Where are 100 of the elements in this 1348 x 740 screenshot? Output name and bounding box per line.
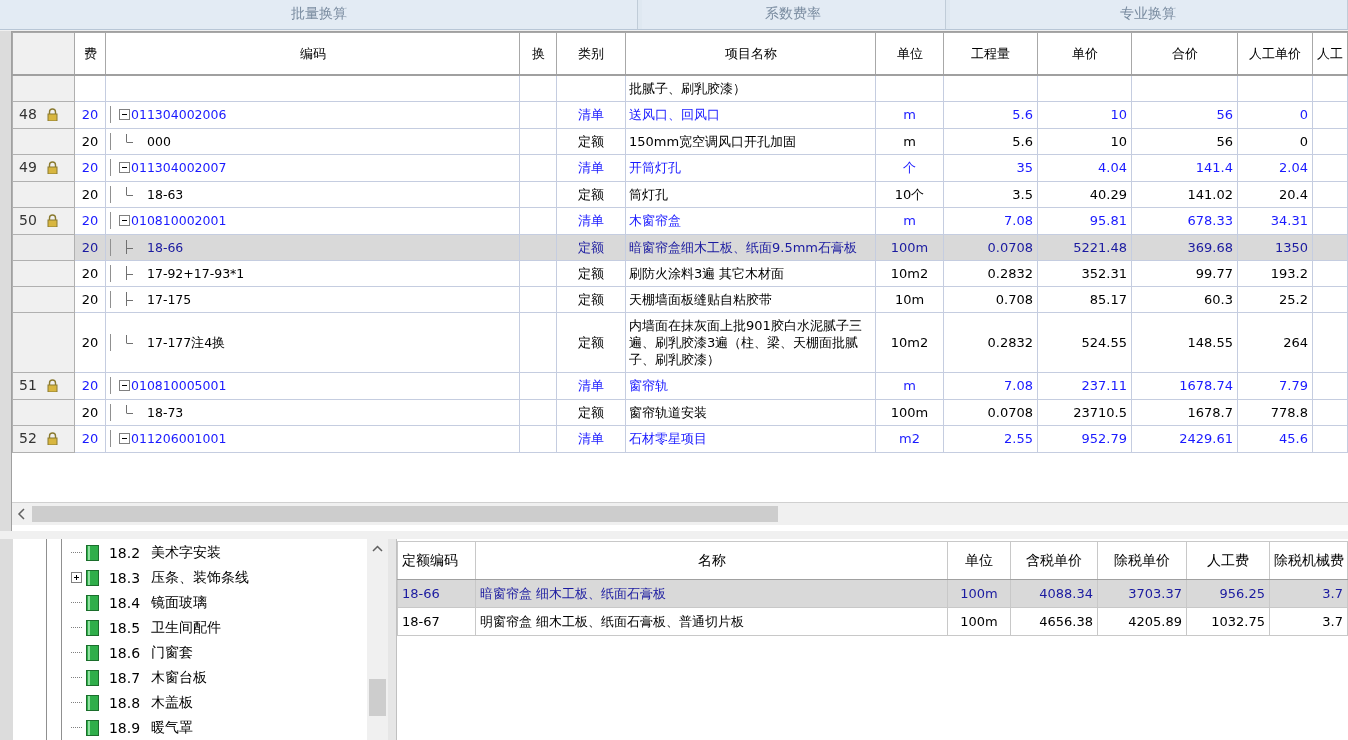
chapter-number: 18.2 — [108, 544, 142, 561]
table-cell: m — [875, 128, 944, 154]
book-icon — [85, 594, 99, 611]
column-header[interactable]: 费 — [74, 32, 106, 75]
table-cell: 141.02 — [1131, 181, 1238, 207]
code-text: 17-177注4换 — [147, 333, 226, 351]
table-cell: 193.2 — [1237, 260, 1313, 286]
table-cell: 956.25 — [1186, 579, 1270, 608]
collapse-icon[interactable] — [119, 215, 130, 226]
table-row[interactable]: 51 20 010810005001 清单 窗帘轨 m 7.08 237.11 1678.74 7.79 — [12, 372, 1348, 399]
table-row[interactable]: 50 20 010810002001 清单 木窗帘盒 m 7.08 95.81 678.33 34.31 — [12, 207, 1348, 234]
book-icon — [85, 644, 99, 661]
column-header[interactable]: 项目名称 — [625, 32, 876, 75]
table-cell: 678.33 — [1131, 207, 1238, 234]
table-row[interactable]: 20 17-177注4换 定额 内墙面在抹灰面上批901胶白水泥腻子三遍、刷乳胶漆3遍（柱、梁、天棚面批腻子、刷乳胶漆） 10m2 0.2832 524.55 148.55 264 — [12, 312, 1348, 372]
column-header[interactable]: 名称 — [475, 541, 948, 580]
table-cell: 1678.7 — [1131, 399, 1238, 425]
column-header[interactable]: 含税单价 — [1010, 541, 1098, 580]
collapse-icon[interactable] — [119, 162, 130, 173]
table-row[interactable]: 20 18-63 定额 筒灯孔 10个 3.5 40.29 141.02 20.4 — [12, 181, 1348, 207]
tree-item[interactable]: 18.6 门窗套 — [12, 640, 367, 665]
column-header[interactable]: 合价 — [1131, 32, 1238, 75]
table-cell: 5.6 — [943, 101, 1038, 128]
tree-item[interactable]: 18.8 木盖板 — [12, 690, 367, 715]
code-text: 011206001001 — [131, 430, 227, 447]
collapse-icon[interactable] — [119, 433, 130, 444]
table-cell: 内墙面在抹灰面上批901胶白水泥腻子三遍、刷乳胶漆3遍（柱、梁、天棚面批腻子、刷乳胶漆） — [625, 312, 876, 372]
column-header[interactable]: 除税机械费 — [1269, 541, 1348, 580]
table-cell: 0.708 — [943, 286, 1038, 312]
column-header[interactable]: 定额编码 — [397, 541, 476, 580]
table-cell: 2429.61 — [1131, 425, 1238, 452]
scrollbar-thumb[interactable] — [369, 679, 386, 716]
book-icon — [85, 619, 99, 636]
column-header[interactable]: 编码 — [105, 32, 520, 75]
column-header[interactable]: 单价 — [1037, 32, 1132, 75]
column-header[interactable]: 人工费 — [1186, 541, 1270, 580]
column-header[interactable]: 工程量 — [943, 32, 1038, 75]
chapter-number: 18.5 — [108, 619, 142, 636]
column-header[interactable]: 换 — [519, 32, 557, 75]
table-row[interactable]: 52 20 011206001001 清单 石材零星项目 m2 2.55 952.79 2429.61 45.6 — [12, 425, 1348, 452]
table-cell — [556, 74, 626, 101]
table-cell: 3.7 — [1269, 579, 1348, 608]
scrollbar-thumb[interactable] — [32, 506, 778, 522]
table-cell: 10m2 — [875, 312, 944, 372]
table-cell: 20 — [74, 154, 106, 181]
chapter-title: 美术字安装 — [150, 543, 221, 562]
table-cell: 20 — [74, 128, 106, 154]
table-row[interactable]: 18-66 暗窗帘盒 细木工板、纸面石膏板 100m 4088.34 3703.37 956.25 3.7 — [397, 579, 1348, 608]
tree-item[interactable]: 18.7 木窗台板 — [12, 665, 367, 690]
collapse-icon[interactable] — [119, 109, 130, 120]
column-header[interactable]: 人工单价 — [1237, 32, 1313, 75]
table-row[interactable]: 批腻子、刷乳胶漆） — [12, 74, 1348, 101]
table-row[interactable]: 18-67 明窗帘盒 细木工板、纸面石膏板、普通切片板 100m 4656.38 4205.89 1032.75 3.7 — [397, 607, 1348, 636]
table-cell: 清单 — [556, 207, 626, 234]
table-row[interactable]: 20 17-175 定额 天棚墙面板缝贴自粘胶带 10m 0.708 85.17 60.3 25.2 — [12, 286, 1348, 312]
code-text: 011304002007 — [131, 159, 227, 176]
table-cell: 95.81 — [1037, 207, 1132, 234]
table-cell: 778.8 — [1237, 399, 1313, 425]
table-row[interactable]: 49 20 011304002007 清单 开筒灯孔 个 35 4.04 141.4 2.04 — [12, 154, 1348, 181]
table-cell: 40.29 — [1037, 181, 1132, 207]
table-cell: 清单 — [556, 372, 626, 399]
table-cell: 20.4 — [1237, 181, 1313, 207]
chapter-title: 暖气罩 — [150, 718, 193, 737]
table-row[interactable]: 20 18-73 定额 窗帘轨道安装 100m 0.0708 23710.5 1678.7 778.8 — [12, 399, 1348, 425]
table-cell: 4656.38 — [1010, 607, 1098, 636]
table-cell: 10个 — [875, 181, 944, 207]
column-header[interactable]: 人工 — [1312, 32, 1348, 75]
table-row[interactable]: 20 000 定额 150mm宽空调风口开孔加固 m 5.6 10 56 0 — [12, 128, 1348, 154]
table-cell: 送风口、回风口 — [625, 101, 876, 128]
column-header[interactable]: 单位 — [947, 541, 1011, 580]
table-row[interactable]: 48 20 011304002006 清单 送风口、回风口 m 5.6 10 56 0 — [12, 101, 1348, 128]
table-cell: 141.4 — [1131, 154, 1238, 181]
table-cell: 石材零星项目 — [625, 425, 876, 452]
chapter-title: 门窗套 — [150, 643, 193, 662]
chapter-number: 18.4 — [108, 594, 142, 611]
chapter-number: 18.3 — [108, 569, 142, 586]
tree-item[interactable]: 18.2 美术字安装 — [12, 540, 367, 565]
table-cell: 明窗帘盒 细木工板、纸面石膏板、普通切片板 — [475, 607, 948, 636]
column-header[interactable]: 类别 — [556, 32, 626, 75]
table-cell: 定额 — [556, 399, 626, 425]
table-cell: 7.79 — [1237, 372, 1313, 399]
collapse-icon[interactable] — [119, 380, 130, 391]
expand-icon[interactable] — [70, 572, 82, 583]
table-cell: 100m — [947, 579, 1011, 608]
table-cell: 18-66 — [397, 579, 476, 608]
tree-item[interactable]: 18.3 压条、装饰条线 — [12, 565, 367, 590]
table-row[interactable]: 20 17-92+17-93*1 定额 刷防火涂料3遍 其它木材面 10m2 0.2832 352.31 99.77 193.2 — [12, 260, 1348, 286]
table-cell: 3.7 — [1269, 607, 1348, 636]
tree-item[interactable]: 18.4 镜面玻璃 — [12, 590, 367, 615]
table-cell: m2 — [875, 425, 944, 452]
row-number: 49 — [19, 159, 37, 176]
table-cell: 窗帘轨道安装 — [625, 399, 876, 425]
tree-item[interactable]: 18.5 卫生间配件 — [12, 615, 367, 640]
table-row[interactable]: 20 18-66 定额 暗窗帘盒细木工板、纸面9.5mm石膏板 100m 0.0708 5221.48 369.68 1350 — [12, 234, 1348, 260]
table-cell: 定额 — [556, 181, 626, 207]
table-cell: 952.79 — [1037, 425, 1132, 452]
tree-item[interactable]: 18.9 暖气罩 — [12, 715, 367, 740]
column-header[interactable]: 除税单价 — [1097, 541, 1187, 580]
table-cell: 264 — [1237, 312, 1313, 372]
column-header[interactable]: 单位 — [875, 32, 944, 75]
